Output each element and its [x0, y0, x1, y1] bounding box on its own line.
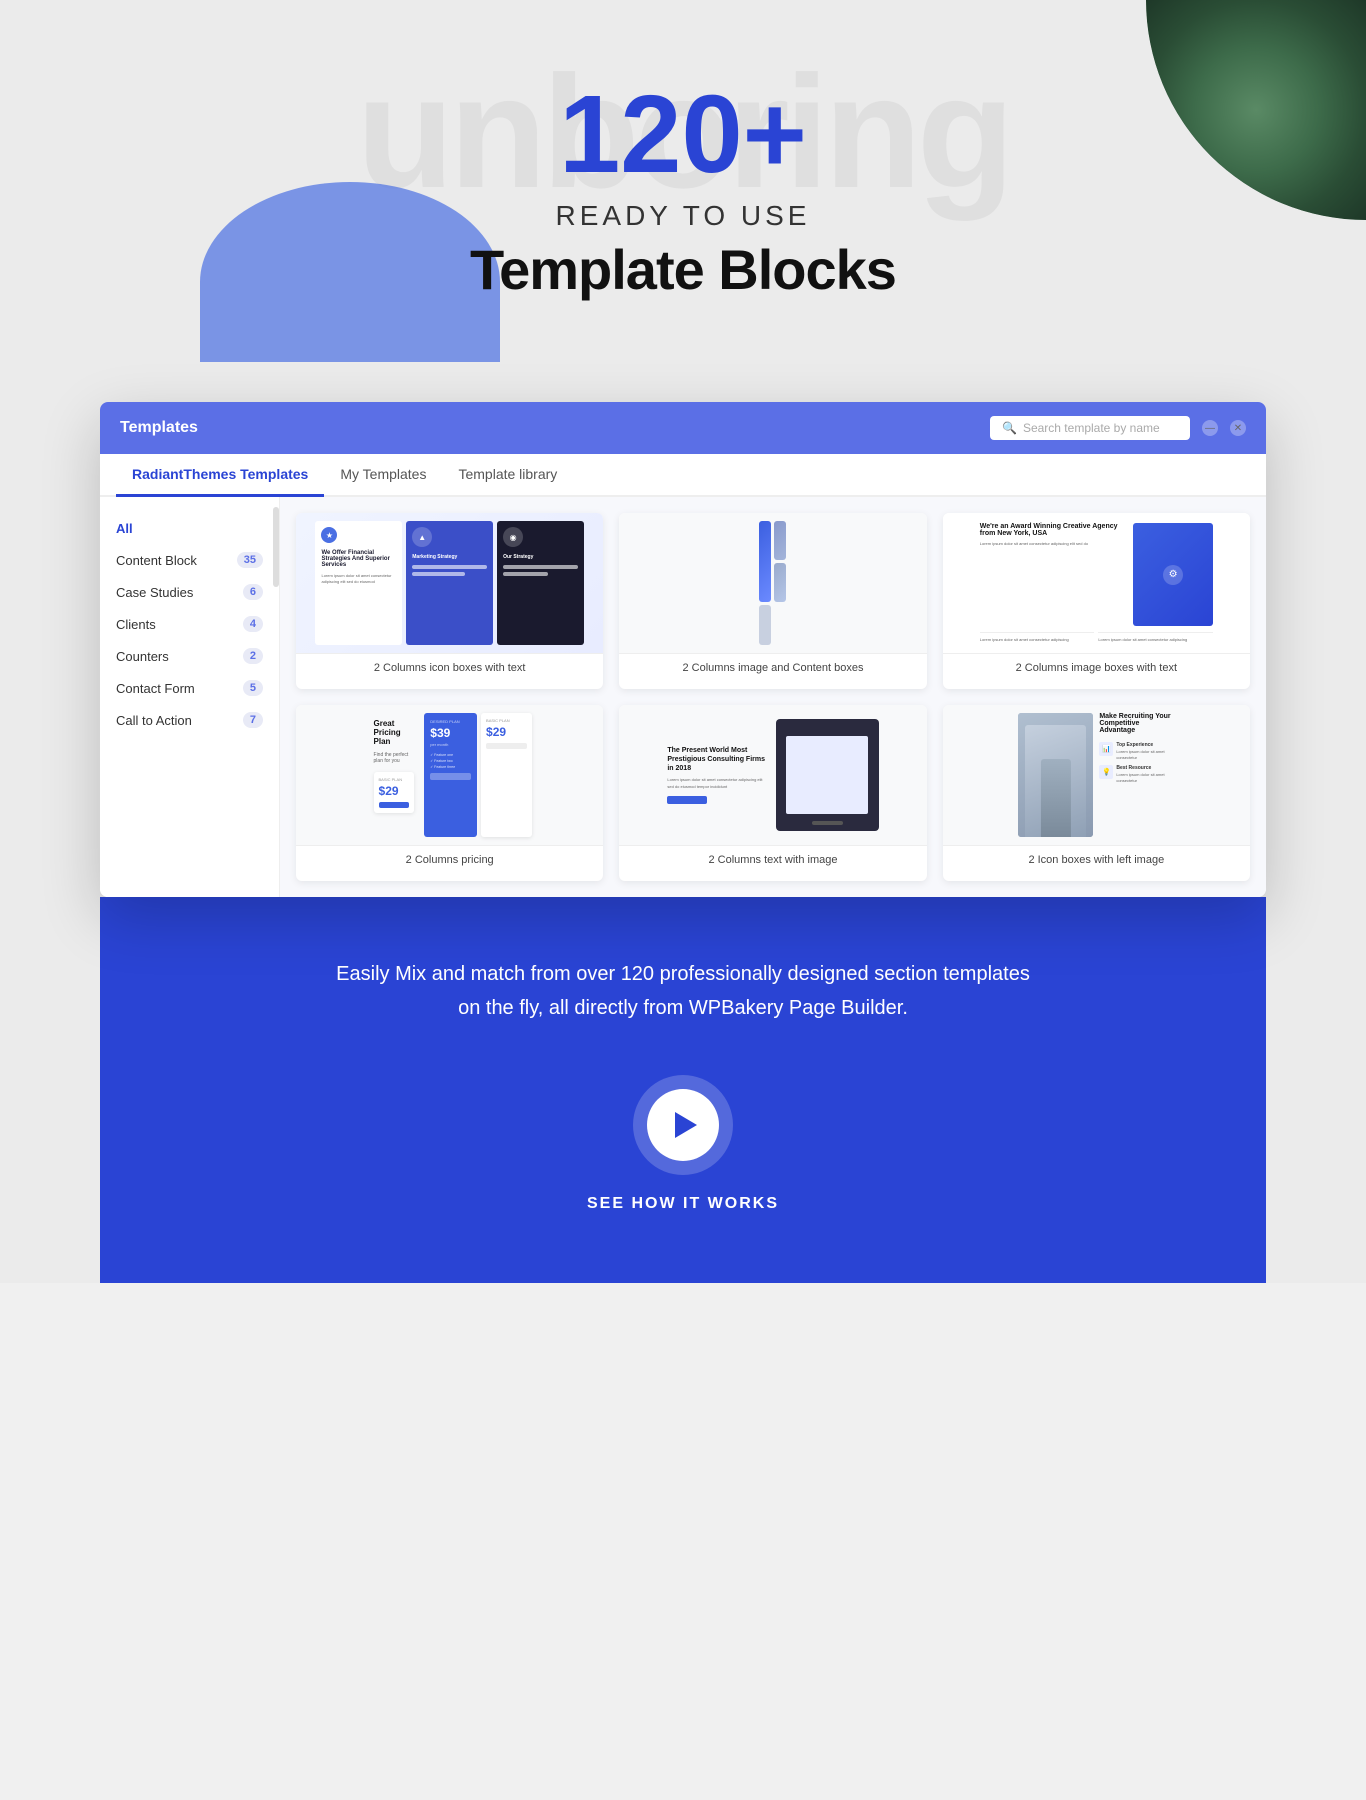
sidebar-item-counters[interactable]: Counters 2 [100, 640, 279, 672]
template-label-6: 2 Icon boxes with left image [943, 845, 1250, 874]
tab-mytemplates[interactable]: My Templates [324, 454, 442, 497]
window-body: All Content Block 35 Case Studies 6 Clie… [100, 497, 1266, 897]
search-bar[interactable]: 🔍 Search template by name [990, 416, 1190, 440]
page-wrapper: unboring 120+ READY TO USE Template Bloc… [0, 0, 1366, 1283]
sidebar-item-contact-form[interactable]: Contact Form 5 [100, 672, 279, 704]
bottom-section: Easily Mix and match from over 120 profe… [100, 897, 1266, 1283]
template-card-3[interactable]: We're an Award Winning Creative Agency f… [943, 513, 1250, 689]
template-card-5[interactable]: The Present World Most Prestigious Consu… [619, 705, 926, 881]
play-button[interactable] [633, 1075, 733, 1175]
template-label-4: 2 Columns pricing [296, 845, 603, 874]
hero-title: Template Blocks [0, 237, 1366, 302]
window-controls: 🔍 Search template by name — ✕ [990, 416, 1246, 440]
template-preview-3: We're an Award Winning Creative Agency f… [943, 513, 1250, 653]
template-preview-4: Great Pricing Plan Find the perfect plan… [296, 705, 603, 845]
sidebar-badge-case-studies: 6 [243, 584, 263, 600]
sidebar-scrollbar[interactable] [273, 507, 279, 587]
window-wrapper: Templates 🔍 Search template by name — ✕ … [0, 362, 1366, 897]
template-window: Templates 🔍 Search template by name — ✕ … [100, 402, 1266, 897]
template-preview-1: ★ We Offer Financial Strategies And Supe… [296, 513, 603, 653]
hero-number: 120+ [0, 80, 1366, 190]
sidebar-badge-cta: 7 [243, 712, 263, 728]
template-label-2: 2 Columns image and Content boxes [619, 653, 926, 682]
tab-library[interactable]: Template library [442, 454, 573, 497]
template-card-1[interactable]: ★ We Offer Financial Strategies And Supe… [296, 513, 603, 689]
sidebar-label-case-studies: Case Studies [116, 585, 193, 600]
sidebar-item-cta[interactable]: Call to Action 7 [100, 704, 279, 736]
description-text: Easily Mix and match from over 120 profe… [333, 957, 1033, 1025]
cta-label[interactable]: SEE HOW IT WORKS [587, 1195, 779, 1213]
play-button-wrapper: SEE HOW IT WORKS [180, 1075, 1186, 1213]
sidebar-label-content-block: Content Block [116, 553, 197, 568]
template-label-1: 2 Columns icon boxes with text [296, 653, 603, 682]
tab-radiantthemes[interactable]: RadiantThemes Templates [116, 454, 324, 497]
sidebar-item-all[interactable]: All [100, 513, 279, 544]
close-button[interactable]: ✕ [1230, 420, 1246, 436]
minimize-button[interactable]: — [1202, 420, 1218, 436]
hero-section: unboring 120+ READY TO USE Template Bloc… [0, 0, 1366, 362]
template-card-2[interactable]: 2 Columns image and Content boxes [619, 513, 926, 689]
template-preview-2 [619, 513, 926, 653]
template-card-4[interactable]: Great Pricing Plan Find the perfect plan… [296, 705, 603, 881]
window-tabs: RadiantThemes Templates My Templates Tem… [100, 454, 1266, 497]
play-button-inner [647, 1089, 719, 1161]
window-title: Templates [120, 419, 198, 437]
template-label-3: 2 Columns image boxes with text [943, 653, 1250, 682]
sidebar-label-counters: Counters [116, 649, 169, 664]
sidebar-badge-clients: 4 [243, 616, 263, 632]
sidebar-label-clients: Clients [116, 617, 156, 632]
search-placeholder: Search template by name [1023, 421, 1160, 435]
hero-subtitle: READY TO USE [0, 200, 1366, 232]
search-icon: 🔍 [1002, 421, 1017, 435]
sidebar-item-content-block[interactable]: Content Block 35 [100, 544, 279, 576]
sidebar-label-all: All [116, 521, 133, 536]
play-icon [675, 1112, 697, 1138]
sidebar-label-contact-form: Contact Form [116, 681, 195, 696]
window-titlebar: Templates 🔍 Search template by name — ✕ [100, 402, 1266, 454]
sidebar-badge-content-block: 35 [237, 552, 263, 568]
template-card-6[interactable]: Make Recruiting Your Competitive Advanta… [943, 705, 1250, 881]
templates-grid: ★ We Offer Financial Strategies And Supe… [280, 497, 1266, 897]
sidebar-item-clients[interactable]: Clients 4 [100, 608, 279, 640]
sidebar-badge-contact-form: 5 [243, 680, 263, 696]
template-preview-5: The Present World Most Prestigious Consu… [619, 705, 926, 845]
template-label-5: 2 Columns text with image [619, 845, 926, 874]
sidebar-item-case-studies[interactable]: Case Studies 6 [100, 576, 279, 608]
sidebar-label-cta: Call to Action [116, 713, 192, 728]
sidebar-badge-counters: 2 [243, 648, 263, 664]
template-preview-6: Make Recruiting Your Competitive Advanta… [943, 705, 1250, 845]
sidebar: All Content Block 35 Case Studies 6 Clie… [100, 497, 280, 897]
